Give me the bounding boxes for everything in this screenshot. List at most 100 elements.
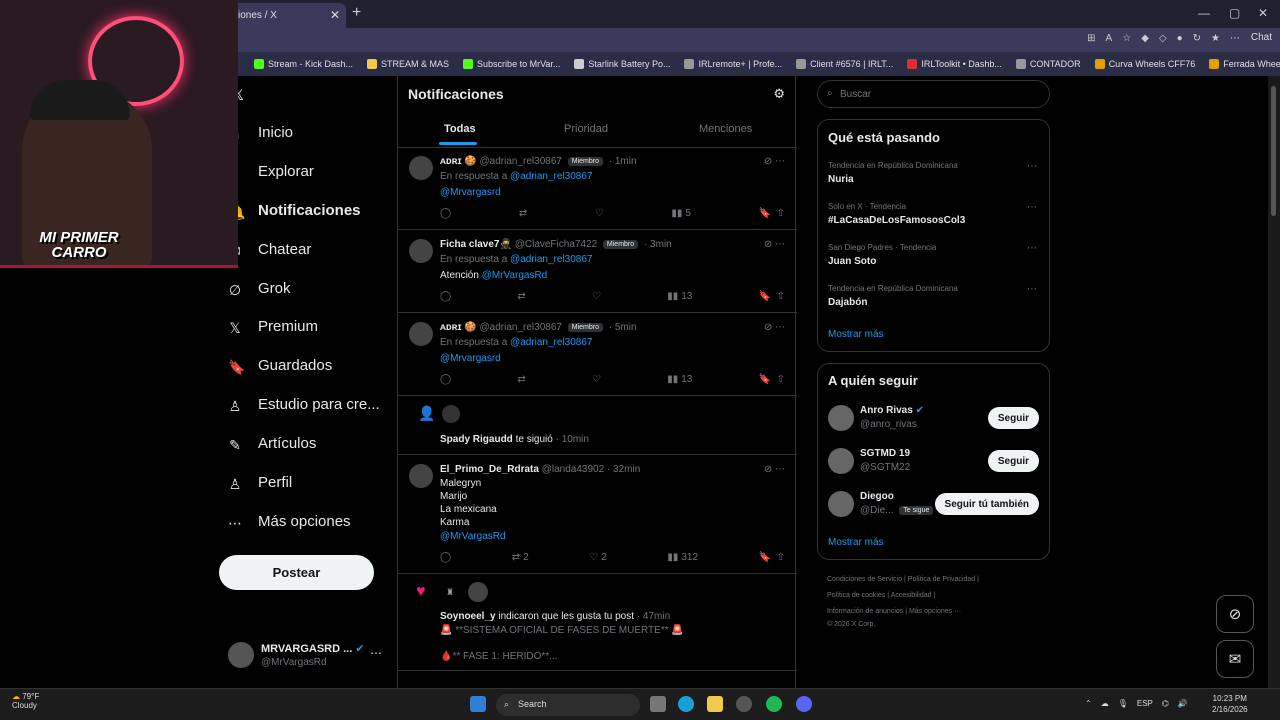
views-icon[interactable]: ▮▮ 312 xyxy=(667,552,698,563)
post-button[interactable]: Postear xyxy=(219,555,374,590)
suggested-user-name[interactable]: SGTMD 19 xyxy=(860,448,910,459)
nav-item-chat[interactable]: ✉Chatear xyxy=(228,241,311,259)
trend-name[interactable]: Nuria xyxy=(828,174,854,185)
more-icon[interactable]: ⋯ xyxy=(1027,243,1037,254)
post-body[interactable]: @Mrvargasrd xyxy=(440,353,501,364)
more-icon[interactable]: ⋯ xyxy=(1027,161,1037,172)
extension-icon[interactable]: ◆ xyxy=(1141,33,1149,44)
notification-item[interactable]: ᴀᴅʀɪ 🍪 @adrian_rel30867 Miembro · 1min ⊘… xyxy=(398,148,797,230)
task-view-icon[interactable] xyxy=(650,696,666,712)
footer-links[interactable]: Información de anuncios | Más opciones ·… xyxy=(827,608,961,615)
like-notification[interactable]: ♥ ♜ Soynoeel_y indicaron que les gusta t… xyxy=(398,575,797,671)
window-close-icon[interactable]: ✕ xyxy=(1258,6,1268,20)
maximize-icon[interactable]: ▢ xyxy=(1229,6,1240,20)
bookmark-item[interactable]: IRLremote+ | Profe... xyxy=(684,59,782,69)
follower-name[interactable]: Spady Rigaudd xyxy=(440,434,513,445)
copilot-chat-button[interactable]: Chat xyxy=(1251,32,1272,43)
read-aloud-icon[interactable]: A xyxy=(1106,33,1113,44)
scrollbar-thumb[interactable] xyxy=(1271,86,1276,216)
more-icon[interactable]: ⋯ xyxy=(1230,33,1240,44)
post-body[interactable]: @Mrvargasrd xyxy=(440,187,501,198)
grok-more-icons[interactable]: ⊘ ⋯ xyxy=(764,464,785,475)
reply-icon[interactable]: ◯ xyxy=(440,552,451,563)
mention-link[interactable]: @MrVargasRd xyxy=(440,531,506,542)
favorites-icon[interactable]: ★ xyxy=(1211,33,1220,44)
notification-item[interactable]: Ficha clave7🥷 @ClaveFicha7422 Miembro · … xyxy=(398,231,797,313)
messages-fab-icon[interactable]: ✉ xyxy=(1216,640,1254,678)
footer-links[interactable]: Condiciones de Servicio | Política de Pr… xyxy=(827,576,979,583)
wifi-icon[interactable]: ⌬ xyxy=(1162,699,1169,708)
nav-item-premium[interactable]: 𝕏 Premium xyxy=(228,318,318,336)
reply-link[interactable]: @adrian_rel30867 xyxy=(510,337,592,348)
nav-item-explore[interactable]: ⌕Explorar xyxy=(228,163,314,181)
bookmark-item[interactable]: Curva Wheels CFF76 xyxy=(1094,59,1195,69)
edge-icon[interactable] xyxy=(678,696,694,712)
reply-icon[interactable]: ◯ xyxy=(440,374,451,385)
spotify-icon[interactable] xyxy=(766,696,782,712)
show-more-link[interactable]: Mostrar más xyxy=(828,537,884,548)
file-explorer-icon[interactable] xyxy=(707,696,723,712)
gear-icon[interactable]: ⚙ xyxy=(773,86,785,102)
views-icon[interactable]: ▮▮ 13 xyxy=(667,291,692,302)
account-switcher[interactable]: MRVARGASRD ... ✔ @MrVargasRd ⋯ xyxy=(228,640,388,672)
suggested-user-name[interactable]: Anro Rivas ✔ xyxy=(860,405,924,416)
bookmark-item[interactable]: STREAM & MAS xyxy=(367,59,449,69)
views-icon[interactable]: ▮▮ 13 xyxy=(667,374,692,385)
taskbar-search[interactable]: ⌕ Search xyxy=(496,694,640,716)
like-icon[interactable]: ♡ xyxy=(592,291,601,302)
bookmark-share-icons[interactable]: 🔖 ⇧ xyxy=(759,291,785,302)
refresh-icon[interactable]: ↻ xyxy=(1193,33,1201,44)
suggested-user-name[interactable]: Diegoo xyxy=(860,491,894,502)
app-icon[interactable] xyxy=(736,696,752,712)
like-icon[interactable]: ♡ 2 xyxy=(589,552,607,563)
trend-name[interactable]: #LaCasaDeLosFamososCol3 xyxy=(828,215,965,226)
reply-link[interactable]: @adrian_rel30867 xyxy=(510,254,592,265)
mention-link[interactable]: @MrVargasRd xyxy=(482,270,548,281)
grok-more-icons[interactable]: ⊘ ⋯ xyxy=(764,322,785,333)
bookmark-item[interactable]: Stream - Kick Dash... xyxy=(254,59,353,69)
like-icon[interactable]: ♡ xyxy=(592,374,601,385)
extension-icon[interactable]: ● xyxy=(1177,33,1183,44)
avatar[interactable] xyxy=(828,405,854,431)
footer-links[interactable]: Política de cookies | Accesibilidad | xyxy=(827,592,935,599)
network-icon[interactable]: ☁ xyxy=(1101,699,1109,708)
minimize-icon[interactable]: — xyxy=(1198,6,1210,20)
browser-tab[interactable]: iones / X ✕ xyxy=(232,3,346,28)
extension-icon[interactable]: ⊞ xyxy=(1087,33,1095,44)
extension-icon[interactable]: ◇ xyxy=(1159,33,1167,44)
follow-button[interactable]: Seguir xyxy=(987,450,1039,472)
more-icon[interactable]: ⋯ xyxy=(1027,284,1037,295)
clock[interactable]: 10:23 PM 2/16/2026 xyxy=(1212,693,1248,715)
grok-fab-icon[interactable]: ⊘ xyxy=(1216,595,1254,633)
grok-more-icons[interactable]: ⊘ ⋯ xyxy=(764,156,785,167)
repost-icon[interactable]: ⇄ 2 xyxy=(512,552,529,563)
reply-link[interactable]: @adrian_rel30867 xyxy=(510,171,592,182)
nav-item-notifications[interactable]: 🔔Notificaciones xyxy=(228,202,361,220)
bookmark-share-icons[interactable]: 🔖 ⇧ xyxy=(759,208,785,219)
repost-icon[interactable]: ⇄ xyxy=(517,374,525,385)
trend-name[interactable]: Juan Soto xyxy=(828,256,876,267)
tab-menciones[interactable]: Menciones xyxy=(699,123,752,135)
trend-name[interactable]: Dajabón xyxy=(828,297,867,308)
volume-icon[interactable]: 🔊 xyxy=(1178,699,1188,708)
avatar[interactable] xyxy=(828,491,854,517)
bookmark-item[interactable]: Ferrada Wheels FR9 xyxy=(1209,59,1280,69)
repost-icon[interactable]: ⇄ xyxy=(517,291,525,302)
chevron-up-icon[interactable]: ⌃ xyxy=(1085,699,1092,708)
notification-item[interactable]: ᴀᴅʀɪ 🍪 @adrian_rel30867 Miembro · 5min ⊘… xyxy=(398,314,797,396)
follow-back-button[interactable]: Seguir tú también xyxy=(934,493,1039,515)
more-icon[interactable]: ⋯ xyxy=(1027,202,1037,213)
nav-item-more-options[interactable]: ⋯ Más opciones xyxy=(228,513,351,531)
discord-icon[interactable] xyxy=(796,696,812,712)
more-icon[interactable]: ⋯ xyxy=(370,646,382,660)
start-icon[interactable] xyxy=(470,696,486,712)
follow-notification[interactable]: 👤 Spady Rigaudd te siguió · 10min xyxy=(398,397,797,455)
tab-close-icon[interactable]: ✕ xyxy=(330,8,340,22)
bookmark-share-icons[interactable]: 🔖 ⇧ xyxy=(759,374,785,385)
tab-prioridad[interactable]: Prioridad xyxy=(564,123,608,135)
tab-todas[interactable]: Todas xyxy=(444,123,476,135)
bookmark-item[interactable]: IRLToolkit • Dashb... xyxy=(907,59,1002,69)
show-more-link[interactable]: Mostrar más xyxy=(828,329,884,340)
bookmark-item[interactable]: Client #6576 | IRLT... xyxy=(796,59,893,69)
bookmark-share-icons[interactable]: 🔖 ⇧ xyxy=(759,552,785,563)
